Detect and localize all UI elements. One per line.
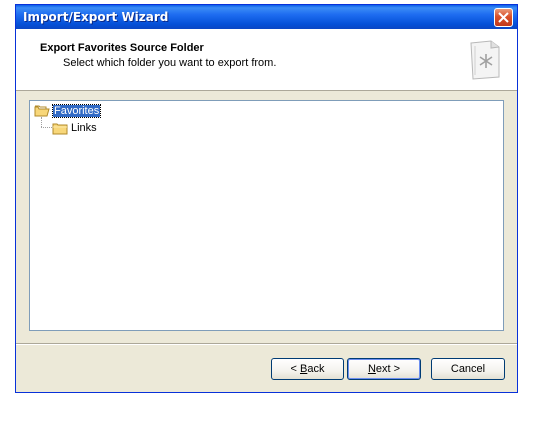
wizard-header: Export Favorites Source Folder Select wh… bbox=[16, 29, 517, 91]
folder-tree[interactable]: Favorites Links bbox=[29, 100, 504, 331]
back-rest: ack bbox=[307, 363, 325, 375]
back-accel: B bbox=[300, 363, 308, 375]
footer-divider bbox=[16, 343, 517, 345]
close-button[interactable] bbox=[494, 8, 513, 27]
back-prefix: < bbox=[290, 363, 300, 375]
next-button[interactable]: Next > bbox=[347, 358, 421, 380]
page-title: Export Favorites Source Folder bbox=[40, 42, 204, 54]
folder-open-icon bbox=[34, 104, 50, 118]
tree-item-links[interactable]: Links bbox=[52, 120, 97, 136]
tree-item-label: Favorites bbox=[51, 104, 102, 118]
wizard-document-icon bbox=[467, 37, 503, 81]
tree-connector bbox=[41, 127, 52, 128]
wizard-window: Import/Export Wizard Export Favorites So… bbox=[15, 4, 518, 393]
next-rest: ext bbox=[375, 363, 391, 375]
cancel-button[interactable]: Cancel bbox=[431, 358, 505, 380]
window-title: Import/Export Wizard bbox=[23, 10, 169, 24]
next-suffix: > bbox=[390, 363, 401, 375]
tree-item-label: Links bbox=[71, 122, 97, 134]
back-button[interactable]: < Back bbox=[271, 358, 344, 380]
title-bar[interactable]: Import/Export Wizard bbox=[16, 5, 517, 29]
page-subtitle: Select which folder you want to export f… bbox=[63, 57, 277, 69]
next-accel: N bbox=[367, 363, 376, 375]
tree-item-favorites[interactable]: Favorites bbox=[34, 103, 102, 119]
folder-icon bbox=[52, 121, 68, 135]
